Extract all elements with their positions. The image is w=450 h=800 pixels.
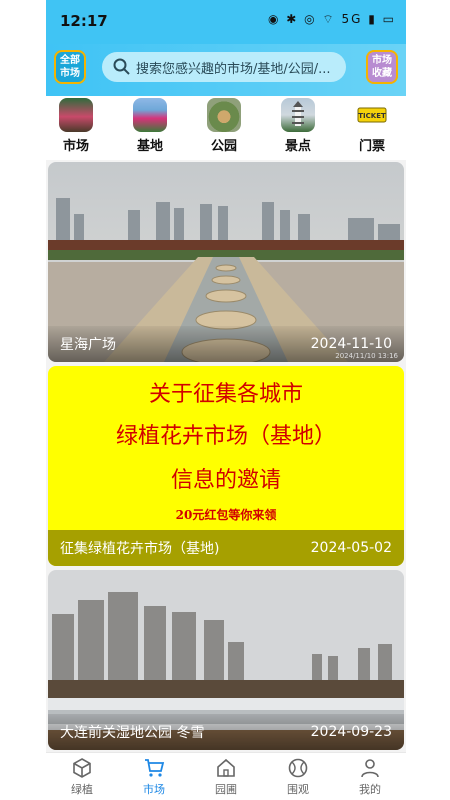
category-label: 基地: [136, 139, 163, 154]
tab-label: 园圃: [215, 783, 237, 796]
card-date: 2024-05-02: [310, 540, 392, 556]
poster-line: 关于征集各城市: [148, 382, 303, 407]
cube-icon: [73, 758, 91, 778]
user-icon: [361, 759, 379, 778]
poster-line: 信息的邀请: [170, 468, 281, 493]
card-title: 大连前关湿地公园 冬雪: [60, 725, 205, 741]
cart-icon: [145, 759, 165, 777]
search-placeholder: 搜索您感兴趣的市场/基地/公园/...: [136, 61, 331, 77]
category-row: 市场 基地 公园 景点 TICKET 门票: [46, 96, 406, 160]
card-date: 2024-11-10: [310, 336, 392, 352]
article-card[interactable]: 关于征集各城市 绿植花卉市场（基地） 信息的邀请 20元红包等你来领 征集绿植花…: [48, 366, 404, 566]
tab-label: 围观: [287, 783, 309, 796]
tab-plants[interactable]: 绿植: [52, 757, 112, 797]
flowerbed-photo-icon: [133, 98, 167, 132]
favorites-button[interactable]: 市场 收藏: [366, 50, 398, 84]
category-label: 公园: [210, 139, 237, 154]
header: 全部 市场 搜索您感兴趣的市场/基地/公园/... 市场 收藏: [46, 44, 406, 96]
card-caption: 大连前关湿地公园 冬雪 2024-09-23: [48, 714, 404, 750]
category-label: 市场: [62, 139, 89, 154]
category-base[interactable]: 基地: [122, 98, 178, 154]
card-date: 2024-09-23: [310, 724, 392, 740]
ball-icon: [288, 758, 308, 778]
status-bar: 12:17 ◉ ✱ ◎ ⌔ 5G ▮ ▭: [46, 0, 406, 44]
search-icon: [113, 58, 130, 75]
park-photo-icon: [207, 98, 241, 132]
tab-label: 我的: [359, 783, 381, 796]
pagoda-photo-icon: [281, 98, 315, 132]
poster-line: 绿植花卉市场（基地）: [115, 424, 336, 449]
ticket-icon: TICKET: [355, 98, 389, 132]
app-screen: 12:17 ◉ ✱ ◎ ⌔ 5G ▮ ▭ 全部 市场 搜索您感兴趣的市场/基地/…: [46, 0, 406, 800]
search-input[interactable]: 搜索您感兴趣的市场/基地/公园/...: [102, 52, 346, 82]
article-card[interactable]: 星海广场 2024-11-10 2024/11/10 13:16: [48, 162, 404, 362]
article-card[interactable]: 大连前关湿地公园 冬雪 2024-09-23: [48, 570, 404, 750]
home-icon: [217, 758, 235, 777]
tab-label: 市场: [143, 783, 165, 796]
tab-label: 绿植: [71, 783, 93, 796]
card-title: 征集绿植花卉市场（基地): [60, 541, 220, 557]
tab-market[interactable]: 市场: [124, 757, 184, 797]
card-caption: 征集绿植花卉市场（基地) 2024-05-02: [48, 530, 404, 566]
market-photo-icon: [59, 98, 93, 132]
tab-profile[interactable]: 我的: [340, 757, 400, 797]
tab-garden[interactable]: 园圃: [196, 757, 256, 797]
poster-line: 20元红包等你来领: [175, 508, 277, 522]
category-label: 门票: [358, 139, 385, 154]
category-market[interactable]: 市场: [48, 98, 104, 154]
photo-timestamp: 2024/11/10 13:16: [335, 352, 398, 360]
status-icons: ◉ ✱ ◎ ⌔ 5G ▮ ▭: [267, 12, 396, 26]
card-title: 星海广场: [60, 337, 116, 353]
category-scenic[interactable]: 景点: [270, 98, 326, 154]
category-park[interactable]: 公园: [196, 98, 252, 154]
all-markets-button[interactable]: 全部 市场: [54, 50, 86, 84]
category-tickets[interactable]: TICKET 门票: [344, 98, 400, 154]
tab-bar: 绿植 市场 园圃 围观 我的: [46, 752, 406, 800]
tab-watch[interactable]: 围观: [268, 757, 328, 797]
svg-text:TICKET: TICKET: [358, 112, 386, 120]
status-time: 12:17: [60, 12, 108, 30]
category-label: 景点: [284, 139, 311, 154]
